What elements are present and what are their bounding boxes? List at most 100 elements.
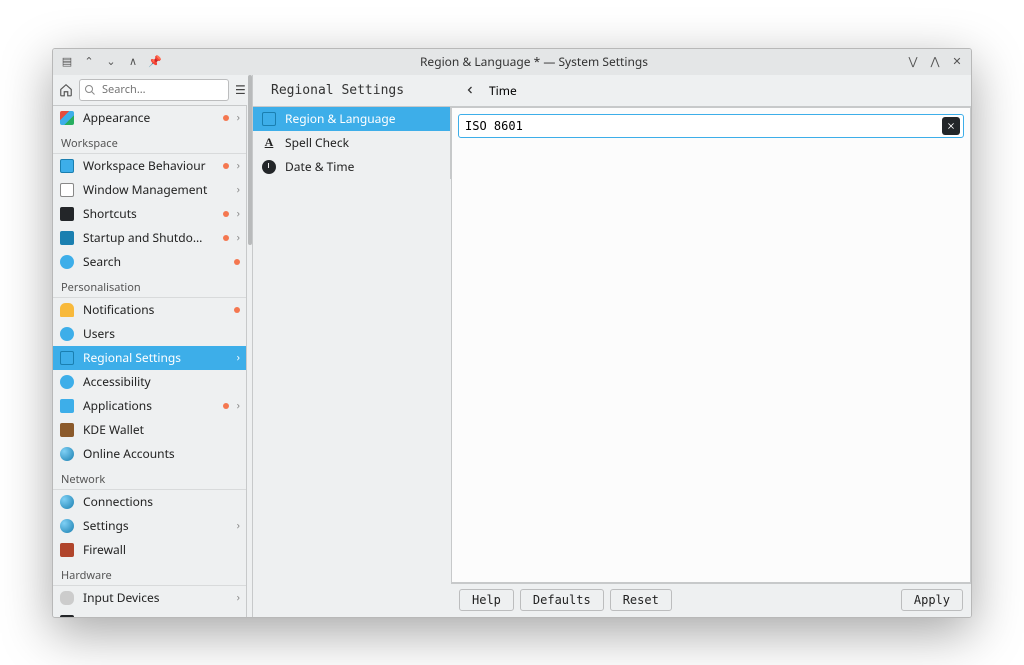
online-icon (59, 446, 75, 462)
back-button[interactable] (461, 81, 479, 99)
keyboard-icon (59, 206, 75, 222)
sidebar-item-label: Workspace Behaviour (83, 157, 215, 174)
sidebar-scrollbar[interactable] (247, 75, 253, 617)
sidebar-item-shortcuts[interactable]: Shortcuts › (53, 202, 246, 226)
sidebar-item-kde-wallet[interactable]: KDE Wallet (53, 418, 246, 442)
sidebar-item-label: Input Devices (83, 589, 229, 606)
global-search-input[interactable] (79, 79, 229, 101)
sidebar-group-header: Personalisation (53, 274, 246, 298)
up-icon[interactable]: ∧ (125, 54, 141, 70)
monitor-icon (59, 158, 75, 174)
minimize-icon[interactable]: ⋁ (905, 54, 921, 70)
mouse-icon (59, 590, 75, 606)
startup-icon (59, 230, 75, 246)
changed-indicator-icon (223, 235, 229, 241)
sidebar-item-label: Connections (83, 493, 240, 510)
search-icon (84, 83, 96, 100)
sidebar-item-firewall[interactable]: Firewall (53, 538, 246, 562)
subpanel-item-label: Region & Language (285, 110, 396, 127)
hamburger-icon[interactable]: ☰ (235, 79, 246, 101)
chevron-right-icon: › (237, 398, 240, 413)
sidebar-item-label: Online Accounts (83, 445, 240, 462)
sidebar-item-label: Regional Settings (83, 349, 229, 366)
monitor-icon (59, 350, 75, 366)
sidebar-item-label: Search (83, 253, 226, 270)
chevron-right-icon: › (237, 110, 240, 125)
maximize-icon[interactable]: ⋀ (927, 54, 943, 70)
access-icon (59, 374, 75, 390)
footer: Help Defaults Reset Apply (451, 583, 971, 617)
search-icon (59, 254, 75, 270)
sidebar-item-label: Display and Monitor (83, 613, 215, 616)
apply-button[interactable]: Apply (901, 589, 963, 611)
sidebar-item-settings[interactable]: Settings› (53, 514, 246, 538)
sidebar-item-display-and-monitor[interactable]: Display and Monitor › (53, 610, 246, 617)
pin-icon[interactable]: 📌 (147, 54, 163, 70)
sidebar-item-input-devices[interactable]: Input Devices › (53, 586, 246, 610)
subpanel-item-spell-check[interactable]: A Spell Check (253, 131, 450, 155)
reset-button[interactable]: Reset (610, 589, 672, 611)
sidebar-item-appearance[interactable]: Appearance › (53, 106, 246, 130)
firewall-icon (59, 542, 75, 558)
sidebar-item-label: Appearance (83, 109, 215, 126)
titlebar: ▤ ⌃ ⌄ ∧ 📌 Region & Language * — System S… (53, 49, 971, 75)
sidebar-item-users[interactable]: Users (53, 322, 246, 346)
clear-search-button[interactable] (942, 117, 960, 135)
sidebar-group-header: Workspace (53, 130, 246, 154)
chevron-right-icon: › (237, 614, 240, 616)
window-icon (59, 182, 75, 198)
up-all-icon[interactable]: ⌃ (81, 54, 97, 70)
globe-icon (59, 494, 75, 510)
sidebar-item-applications[interactable]: Applications › (53, 394, 246, 418)
sidebar-item-search[interactable]: Search (53, 250, 246, 274)
subpanel-item-region-language[interactable]: Region & Language (253, 107, 450, 131)
sidebar-item-workspace-behaviour[interactable]: Workspace Behaviour› (53, 154, 246, 178)
global-search[interactable] (79, 79, 229, 101)
wallet-icon (59, 422, 75, 438)
down-all-icon[interactable]: ⌄ (103, 54, 119, 70)
sidebar-item-label: Shortcuts (83, 205, 215, 222)
content-body (451, 107, 971, 583)
changed-indicator-icon (234, 307, 240, 313)
sidebar-item-regional-settings[interactable]: Regional Settings › (53, 346, 246, 370)
sidebar-primary: Appearance›WorkspaceWorkspace Behaviour›… (53, 106, 247, 617)
home-button[interactable] (59, 79, 73, 101)
subpanel-item-label: Spell Check (285, 134, 349, 151)
changed-indicator-icon (223, 163, 229, 169)
sidebar-group-header: Hardware (53, 562, 246, 586)
subpanel-item-label: Date & Time (285, 158, 354, 175)
subpanel-item-date-time[interactable]: Date & Time (253, 155, 450, 179)
chevron-right-icon: › (237, 518, 240, 533)
content-search-input[interactable] (458, 114, 964, 138)
chevron-right-icon: › (237, 206, 240, 221)
chevron-right-icon: › (237, 230, 240, 245)
sidebar-item-notifications[interactable]: Notifications (53, 298, 246, 322)
changed-indicator-icon (223, 115, 229, 121)
close-icon[interactable]: ✕ (949, 54, 965, 70)
help-button[interactable]: Help (459, 589, 514, 611)
sidebar-item-label: Window Management (83, 181, 229, 198)
clock-icon (261, 159, 277, 175)
content-title: Time (489, 82, 517, 99)
users-icon (59, 326, 75, 342)
changed-indicator-icon (223, 211, 229, 217)
chevron-right-icon: › (237, 590, 240, 605)
app-menu-icon[interactable]: ▤ (59, 54, 75, 70)
sidebar-item-label: Applications (83, 397, 215, 414)
sidebar-item-online-accounts[interactable]: Online Accounts (53, 442, 246, 466)
settings-window: ▤ ⌃ ⌄ ∧ 📌 Region & Language * — System S… (52, 48, 972, 618)
sidebar-item-label: Firewall (83, 541, 240, 558)
sidebar-group-header: Network (53, 466, 246, 490)
sidebar-item-accessibility[interactable]: Accessibility (53, 370, 246, 394)
sidebar-item-window-management[interactable]: Window Management› (53, 178, 246, 202)
monitor-icon (261, 111, 277, 127)
changed-indicator-icon (234, 259, 240, 265)
sidebar-item-label: Accessibility (83, 373, 240, 390)
sidebar-item-startup-and-shutdo-[interactable]: Startup and Shutdo…› (53, 226, 246, 250)
sidebar-item-label: Users (83, 325, 240, 342)
sidebar-item-connections[interactable]: Connections (53, 490, 246, 514)
spell-icon: A (261, 135, 277, 151)
display-icon (59, 614, 75, 617)
chevron-right-icon: › (237, 350, 240, 365)
defaults-button[interactable]: Defaults (520, 589, 604, 611)
